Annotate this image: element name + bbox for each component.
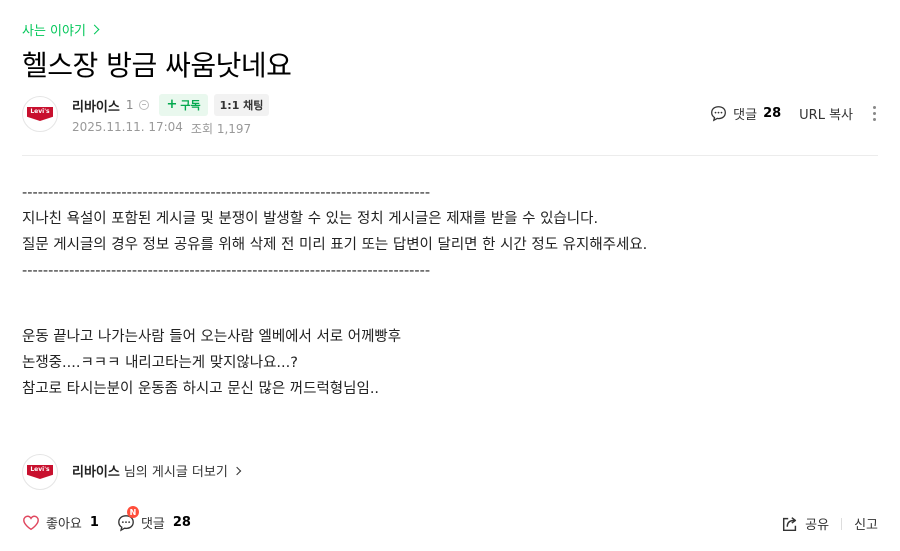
- plus-icon: +: [166, 97, 178, 112]
- reaction-bar: 좋아요 1 N 댓글 28: [22, 506, 191, 532]
- author-level: 1: [125, 98, 134, 112]
- notice-divider-bottom: ----------------------------------------…: [22, 263, 431, 279]
- breadcrumb-label: 사는 이야기: [22, 24, 86, 39]
- chevron-right-icon: [89, 24, 100, 35]
- notice-divider-top: ----------------------------------------…: [22, 185, 431, 201]
- post-meta: 2025.11.11. 17:04 조회 1,197: [72, 120, 251, 137]
- post-title: 헬스장 방금 싸움낫네요: [22, 49, 292, 82]
- report-button[interactable]: 신고: [854, 514, 878, 533]
- more-posts-avatar[interactable]: Levi's: [22, 454, 58, 490]
- breadcrumb-category[interactable]: 사는 이야기: [22, 20, 100, 39]
- comment-count: 28: [172, 515, 191, 530]
- content-line-2: 논쟁중....ㅋㅋㅋ 내리고타는게 맞지않나요...?: [22, 355, 298, 371]
- content-line-1: 운동 끝나고 나가는사람 들어 오는사람 엘베에서 서로 어께빵후: [22, 329, 402, 345]
- chevron-right-icon: [232, 466, 242, 475]
- more-posts-link[interactable]: 리바이스 님의 게시글 더보기: [72, 461, 242, 480]
- author-name[interactable]: 리바이스: [72, 96, 120, 115]
- levis-logo-icon: Levi's: [27, 107, 53, 121]
- like-button[interactable]: 좋아요 1: [22, 513, 99, 532]
- more-posts-suffix: 님의 게시글 더보기: [123, 465, 228, 480]
- author-row: 리바이스 1 + 구독 1:1 채팅: [72, 94, 270, 116]
- notice-line-1: 지나친 욕설이 포함된 게시글 및 분쟁이 발생할 수 있는 정치 게시글은 제…: [22, 211, 599, 227]
- share-button[interactable]: 공유: [781, 514, 829, 533]
- content-line-3: 참고로 타시는분이 운동좀 하시고 문신 많은 꺼드럭형님임..: [22, 381, 380, 397]
- comment-label: 댓글: [140, 517, 165, 532]
- header-divider: [22, 155, 878, 156]
- comment-button[interactable]: N 댓글 28: [117, 506, 191, 532]
- divider: [841, 517, 843, 530]
- post-actions: 공유 신고: [781, 514, 878, 533]
- share-label: 공유: [805, 518, 830, 533]
- new-badge: N: [126, 506, 139, 518]
- post-toolbar: 댓글 28 URL 복사: [710, 104, 878, 123]
- share-icon: [783, 516, 797, 531]
- comment-link-label: 댓글: [733, 108, 758, 123]
- comment-bubble-icon: [711, 106, 727, 122]
- subscribe-button[interactable]: + 구독: [159, 94, 208, 116]
- comment-link[interactable]: 댓글 28: [710, 104, 781, 123]
- author-avatar[interactable]: Levi's: [22, 96, 58, 132]
- more-posts-author: 리바이스: [72, 465, 120, 480]
- chat-button[interactable]: 1:1 채팅: [213, 94, 270, 116]
- like-count: 1: [89, 515, 99, 530]
- like-label: 좋아요: [46, 517, 82, 532]
- url-copy-button[interactable]: URL 복사: [799, 104, 853, 123]
- notice-line-2: 질문 게시글의 경우 정보 공유를 위해 삭제 전 미리 표기 또는 답변이 달…: [22, 237, 648, 253]
- post-views: 조회 1,197: [190, 122, 252, 136]
- heart-icon: [23, 515, 39, 530]
- post-date: 2025.11.11. 17:04: [72, 120, 183, 134]
- more-options-icon[interactable]: [871, 106, 878, 121]
- level-badge-icon: [139, 100, 150, 110]
- post-body: ----------------------------------------…: [22, 180, 882, 402]
- levis-logo-icon: Levi's: [27, 465, 53, 479]
- comment-link-count: 28: [763, 106, 782, 121]
- subscribe-label: 구독: [180, 99, 201, 112]
